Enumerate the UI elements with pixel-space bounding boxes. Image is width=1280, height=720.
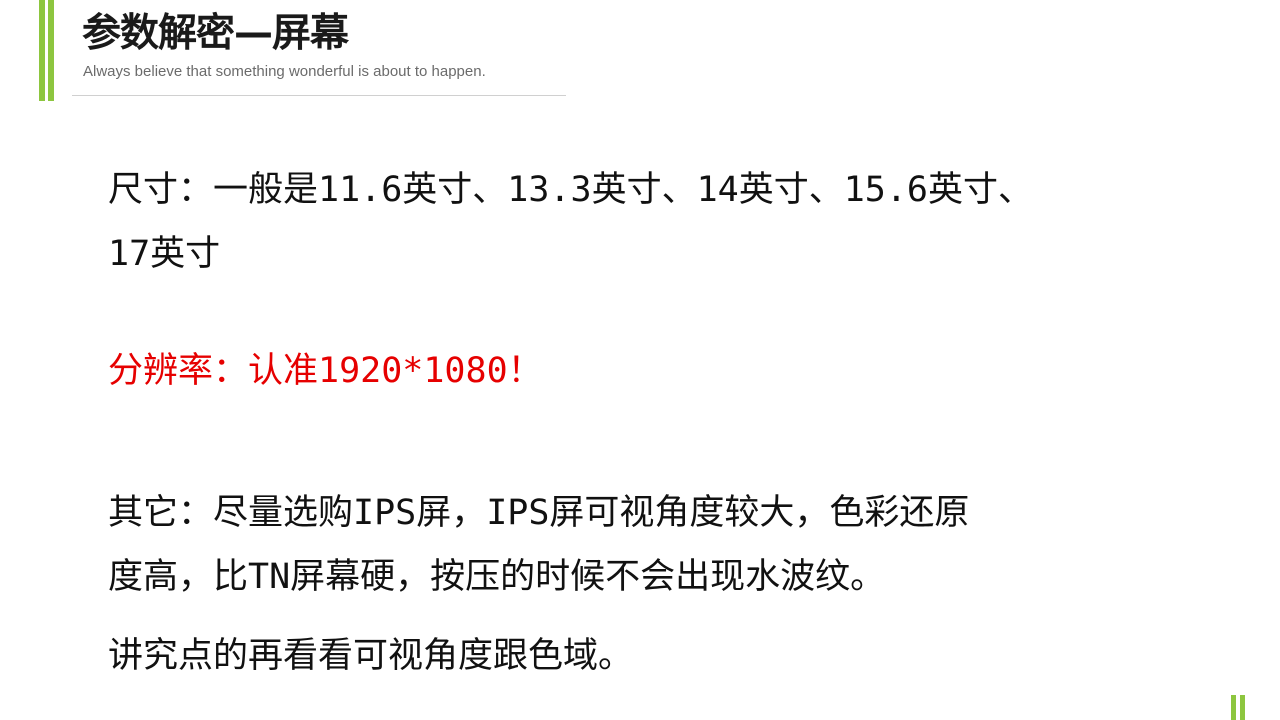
slide-title: 参数解密—屏幕	[82, 11, 349, 56]
other-line-2: 度高，比TN屏幕硬，按压的时候不会出现水波纹。	[108, 557, 886, 597]
note-paragraph: 讲究点的再看看可视角度跟色域。	[108, 636, 634, 676]
left-accent-bar-2	[48, 0, 54, 101]
resolution-paragraph: 分辨率：认准1920*1080！	[108, 351, 543, 391]
right-accent-bar-2	[1240, 695, 1245, 720]
size-line-2: 17英寸	[108, 234, 221, 274]
left-accent-bar-1	[39, 0, 45, 101]
right-accent-bar-1	[1231, 695, 1236, 720]
other-paragraph: 其它：尽量选购IPS屏，IPS屏可视角度较大，色彩还原 度高，比TN屏幕硬，按压…	[108, 481, 969, 609]
size-line-1: 尺寸：一般是11.6英寸、13.3英寸、14英寸、15.6英寸、	[108, 170, 1034, 210]
other-line-1: 其它：尽量选购IPS屏，IPS屏可视角度较大，色彩还原	[108, 493, 970, 533]
slide-subtitle: Always believe that something wonderful …	[83, 63, 486, 80]
size-paragraph: 尺寸：一般是11.6英寸、13.3英寸、14英寸、15.6英寸、 17英寸	[108, 158, 1033, 286]
title-divider	[72, 95, 566, 96]
